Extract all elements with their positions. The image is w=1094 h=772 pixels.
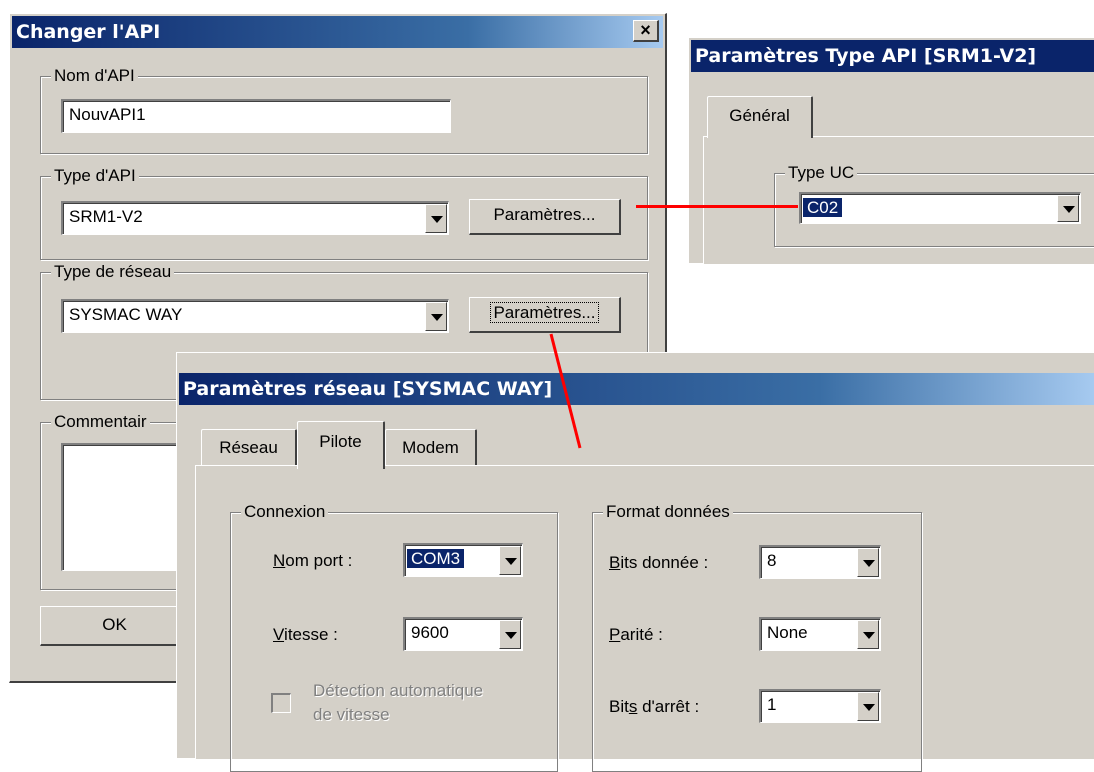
network-type-legend: Type de réseau bbox=[51, 261, 175, 283]
ok-button[interactable]: OK bbox=[40, 606, 190, 646]
tab-reseau-label: Réseau bbox=[219, 438, 278, 457]
network-parameters-label: Paramètres... bbox=[490, 302, 599, 323]
speed-label: Vitesse : bbox=[273, 625, 338, 644]
network-type-select[interactable]: SYSMAC WAY bbox=[61, 299, 449, 333]
plc-type-parameters-label: Paramètres... bbox=[493, 205, 596, 224]
data-format-legend: Format données bbox=[603, 501, 733, 523]
connection-legend: Connexion bbox=[241, 501, 329, 523]
tab-general-label: Général bbox=[729, 106, 790, 125]
tab-general[interactable]: Général bbox=[707, 96, 813, 138]
general-tab-panel: Type UC C02 bbox=[703, 136, 1094, 264]
tab-reseau[interactable]: Réseau bbox=[201, 429, 297, 467]
plc-name-legend: Nom d'API bbox=[51, 65, 138, 87]
cpu-type-select[interactable]: C02 bbox=[799, 192, 1081, 224]
plc-type-value: SRM1-V2 bbox=[69, 207, 143, 226]
stop-bits-select[interactable]: 1 bbox=[759, 689, 881, 723]
driver-tab-panel: Connexion Nom port : COM3 Vitesse : 9600… bbox=[195, 465, 1094, 772]
port-name-value: COM3 bbox=[407, 549, 465, 568]
network-parameters-dialog: Paramètres réseau [SYSMAC WAY] Réseau Pi… bbox=[176, 352, 1094, 772]
connection-group: Connexion Nom port : COM3 Vitesse : 9600… bbox=[230, 501, 558, 772]
plc-type-group: Type d'API SRM1-V2 Paramètres... bbox=[40, 165, 648, 260]
dropdown-arrow-icon[interactable] bbox=[499, 546, 521, 575]
comment-legend: Commentair bbox=[51, 411, 150, 433]
parity-select[interactable]: None bbox=[759, 617, 881, 651]
dropdown-arrow-icon[interactable] bbox=[857, 620, 879, 649]
dropdown-arrow-icon[interactable] bbox=[857, 548, 879, 577]
tab-pilote-label: Pilote bbox=[319, 432, 362, 451]
dropdown-arrow-icon[interactable] bbox=[425, 204, 447, 233]
tab-pilote[interactable]: Pilote bbox=[297, 421, 385, 469]
plc-type-parameters-dialog: Paramètres Type API [SRM1-V2] Général Ty… bbox=[688, 37, 1094, 264]
dropdown-arrow-icon[interactable] bbox=[1057, 195, 1079, 222]
network-dialog-title: Paramètres réseau [SYSMAC WAY] bbox=[183, 378, 553, 400]
checkbox-icon[interactable] bbox=[271, 693, 291, 713]
plc-type-legend: Type d'API bbox=[51, 165, 139, 187]
speed-select[interactable]: 9600 bbox=[403, 617, 523, 651]
port-name-label: Nom port : bbox=[273, 551, 353, 570]
plc-name-input[interactable]: NouvAPI1 bbox=[61, 99, 451, 133]
parity-value: None bbox=[767, 623, 808, 642]
network-parameters-button[interactable]: Paramètres... bbox=[469, 297, 621, 333]
connector-line-network bbox=[549, 333, 582, 449]
data-bits-select[interactable]: 8 bbox=[759, 545, 881, 579]
data-bits-label: Bits donnée : bbox=[609, 553, 709, 572]
close-button[interactable]: × bbox=[633, 20, 659, 42]
auto-detect-label: Détection automatique de vitesse bbox=[313, 679, 483, 727]
cpu-type-value: C02 bbox=[803, 198, 843, 217]
ok-button-label: OK bbox=[102, 615, 127, 634]
change-plc-title-bar[interactable]: Changer l'API bbox=[12, 16, 663, 48]
stop-bits-label: Bits d'arrêt : bbox=[609, 697, 700, 716]
plc-name-value: NouvAPI1 bbox=[69, 105, 146, 124]
cpu-type-legend: Type UC bbox=[785, 162, 858, 184]
data-bits-value: 8 bbox=[767, 551, 777, 570]
auto-detect-line1: Détection automatique bbox=[313, 681, 484, 700]
tab-modem-label: Modem bbox=[402, 438, 459, 457]
stop-bits-value: 1 bbox=[767, 695, 777, 714]
plc-type-select[interactable]: SRM1-V2 bbox=[61, 201, 449, 235]
plc-type-dialog-title: Paramètres Type API [SRM1-V2] bbox=[695, 45, 1037, 67]
cpu-type-group: Type UC C02 bbox=[774, 162, 1094, 247]
plc-type-parameters-button[interactable]: Paramètres... bbox=[469, 199, 621, 235]
connector-line-plc-type bbox=[636, 205, 798, 208]
close-icon: × bbox=[640, 20, 651, 40]
plc-name-group: Nom d'API NouvAPI1 bbox=[40, 65, 648, 154]
auto-detect-line2: de vitesse bbox=[313, 705, 390, 724]
plc-type-dialog-title-bar[interactable]: Paramètres Type API [SRM1-V2] bbox=[691, 40, 1094, 72]
tab-modem[interactable]: Modem bbox=[385, 429, 477, 467]
network-type-value: SYSMAC WAY bbox=[69, 305, 183, 324]
network-dialog-title-bar[interactable]: Paramètres réseau [SYSMAC WAY] bbox=[179, 373, 1094, 405]
dropdown-arrow-icon[interactable] bbox=[499, 620, 521, 649]
dropdown-arrow-icon[interactable] bbox=[857, 692, 879, 721]
dropdown-arrow-icon[interactable] bbox=[425, 302, 447, 331]
data-format-group: Format données Bits donnée : 8 Parité : … bbox=[592, 501, 922, 772]
parity-label: Parité : bbox=[609, 625, 663, 644]
change-plc-title: Changer l'API bbox=[16, 21, 161, 43]
port-name-select[interactable]: COM3 bbox=[403, 543, 523, 577]
speed-value: 9600 bbox=[411, 623, 449, 642]
